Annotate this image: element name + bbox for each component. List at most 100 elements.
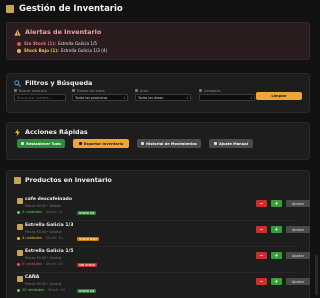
increase-button[interactable]: +	[271, 278, 282, 285]
product-meta: Precio: €0.00 • Alcohol	[25, 230, 62, 234]
adjust-button[interactable]: Ajustar	[286, 226, 310, 233]
status-select[interactable]: Todos los productos ▾	[72, 94, 128, 101]
warning-icon	[14, 28, 21, 36]
product-row: Estrella Galicia 1/5 Precio: €0.00 • Alc…	[15, 247, 310, 273]
chevron-down-icon: ▾	[186, 95, 188, 100]
export-label: Exportar Inventario	[83, 141, 124, 146]
alerts-title: Alertas de Inventario	[25, 28, 102, 36]
stock-dot-icon	[17, 262, 20, 266]
actions-title: Acciones Rápidas	[25, 128, 88, 136]
area-group: Área Todas las áreas ▾	[135, 88, 191, 101]
stock-value: 10 unidades	[22, 288, 45, 292]
status-group: Estado del stock Todos los productos ▾	[72, 88, 128, 101]
chevron-down-icon: ▾	[123, 95, 125, 100]
increase-button[interactable]: +	[271, 226, 282, 233]
box-icon	[14, 176, 21, 184]
red-dot-icon	[17, 41, 21, 46]
area-label: Área	[140, 88, 148, 93]
stock-dot-icon	[17, 288, 20, 292]
stock-value: 4 unidades	[22, 236, 42, 240]
product-meta: Precio: €0.00 • Alcohol	[25, 256, 62, 260]
adjust-button[interactable]: Ajustar	[286, 200, 310, 207]
product-name: CAÑA	[25, 275, 40, 280]
alert-text: Estrella Galicia 1/5	[57, 41, 98, 46]
filters-title: Filtros y Búsqueda	[25, 79, 93, 87]
decrease-button[interactable]: −	[256, 278, 267, 285]
product-icon	[17, 224, 23, 230]
search-group: Buscar producto Buscar por nombre...	[14, 88, 66, 101]
stock-min: Stock: 10	[48, 288, 65, 292]
product-meta: Precio: €0.00 • Bebida	[25, 204, 61, 208]
adjust-button[interactable]: Ajustar	[286, 278, 310, 285]
product-icon	[17, 198, 23, 204]
product-row: CAÑA Precio: €0.00 • Alcohol 10 unidades…	[15, 273, 310, 298]
category-label: Categoría	[204, 88, 221, 93]
stock-min: Stock: 10	[45, 262, 63, 266]
products-panel: Productos en Inventario cafe descafeinad…	[6, 170, 310, 298]
history-icon	[141, 142, 145, 145]
status-label-icon	[72, 89, 75, 92]
status-value: Todos los productos	[75, 95, 108, 100]
product-row: Estrella Galicia 1/3 Precio: €0.00 • Alc…	[15, 221, 310, 247]
alert-text: Estrella Galicia 1/3 (4)	[60, 48, 108, 53]
export-icon	[78, 142, 82, 145]
reset-all-button[interactable]: Restablecer Todo	[17, 139, 65, 148]
quick-actions-panel: Acciones Rápidas Restablecer Todo Export…	[6, 122, 310, 160]
yellow-dot-icon	[17, 48, 21, 53]
stock-dot-icon	[17, 236, 20, 240]
stock-dot-icon	[17, 210, 20, 214]
manual-adjust-button[interactable]: Ajuste Manual	[209, 139, 253, 148]
product-stock: 4 unidades Stock: 10	[17, 236, 63, 240]
page-title: Gestión de Inventario	[19, 4, 123, 14]
refresh-icon	[21, 142, 25, 145]
export-inventory-button[interactable]: Exportar Inventario	[73, 139, 129, 148]
stock-value: 0 unidades	[22, 262, 42, 266]
decrease-button[interactable]: −	[256, 226, 267, 233]
search-icon	[14, 79, 21, 87]
area-label-icon	[135, 89, 138, 92]
page-header: Gestión de Inventario	[0, 0, 320, 18]
product-icon	[17, 250, 23, 256]
stock-min: Stock: 10	[45, 236, 63, 240]
stock-value: 0 unidades	[22, 210, 42, 214]
alert-tag: Stock Bajo (1):	[24, 48, 59, 53]
alerts-panel: Alertas de Inventario Sin Stock (1): Est…	[6, 22, 310, 60]
status-label: Estado del stock	[77, 88, 105, 93]
clear-filters-button[interactable]: Limpiar	[256, 92, 302, 100]
decrease-button[interactable]: −	[256, 200, 267, 207]
product-meta: Precio: €0.00 • Alcohol	[25, 282, 62, 286]
status-badge: SIN STOCK	[77, 263, 98, 267]
chevron-down-icon: ▾	[250, 95, 252, 100]
product-stock: 0 unidades Stock: 12	[17, 210, 63, 214]
increase-button[interactable]: +	[271, 252, 282, 259]
history-label: Historial de Movimientos	[146, 141, 197, 146]
alert-item: Stock Bajo (1): Estrella Galicia 1/3 (4)	[7, 47, 309, 54]
area-select[interactable]: Todas las áreas ▾	[135, 94, 191, 101]
products-title: Productos en Inventario	[25, 176, 112, 184]
search-input[interactable]: Buscar por nombre...	[14, 94, 66, 101]
stock-min: Stock: 12	[45, 210, 63, 214]
alert-item: Sin Stock (1): Estrella Galicia 1/5	[7, 40, 309, 47]
product-stock: 0 unidades Stock: 10	[17, 262, 63, 266]
status-badge: STOCK OK	[77, 289, 97, 293]
filters-panel: Filtros y Búsqueda Buscar producto Busca…	[6, 73, 310, 113]
search-label: Buscar producto	[19, 88, 47, 93]
status-badge: STOCK OK	[77, 211, 97, 215]
product-name: Estrella Galicia 1/3	[25, 223, 74, 228]
category-select[interactable]: ▾	[199, 94, 255, 101]
reset-all-label: Restablecer Todo	[26, 141, 61, 146]
product-row: cafe descafeinado Precio: €0.00 • Bebida…	[15, 195, 310, 221]
movement-history-button[interactable]: Historial de Movimientos	[137, 139, 201, 148]
adjust-button[interactable]: Ajustar	[286, 252, 310, 259]
product-name: Estrella Galicia 1/5	[25, 249, 74, 254]
decrease-button[interactable]: −	[256, 252, 267, 259]
search-label-icon	[14, 89, 17, 92]
category-label-icon	[199, 89, 202, 92]
increase-button[interactable]: +	[271, 200, 282, 207]
product-stock: 10 unidades Stock: 10	[17, 288, 65, 292]
status-badge: STOCK BAJO	[77, 237, 100, 241]
product-icon	[17, 276, 23, 282]
lightning-icon	[15, 128, 20, 136]
scrollbar[interactable]	[315, 255, 318, 295]
box-icon	[6, 5, 14, 13]
